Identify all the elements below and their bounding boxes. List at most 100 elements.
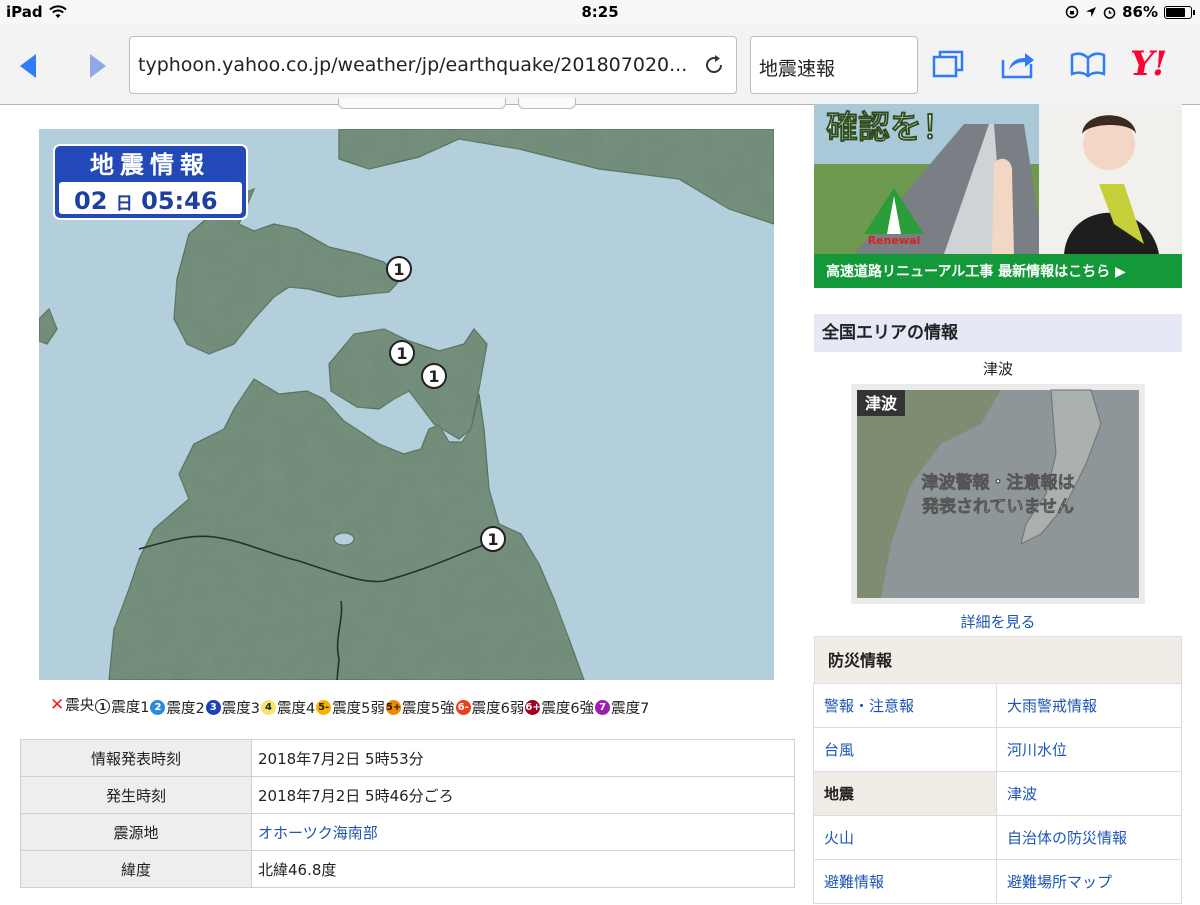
- disaster-link[interactable]: 河川水位: [996, 727, 1182, 772]
- tsunami-detail-link[interactable]: 詳細を見る: [814, 611, 1182, 632]
- legend-item: 6- 震度6弱: [455, 697, 525, 718]
- badge-time: 05:46: [141, 187, 217, 215]
- info-key: 緯度: [20, 850, 252, 888]
- tsunami-tag: 津波: [865, 394, 898, 413]
- disaster-link[interactable]: 地震: [813, 771, 997, 816]
- legend-intensity-icon: 6-: [455, 699, 471, 715]
- legend-label: 震度4: [276, 700, 316, 717]
- info-key: 震源地: [20, 813, 252, 851]
- earthquake-map: 地震情報 02 日 05:46 1 1 1 1: [39, 129, 774, 680]
- badge-day: 02: [74, 187, 107, 215]
- tsunami-map-graphic: 津波 津波警報・注意報は 発表されていません: [857, 389, 1139, 598]
- legend-label: 震央: [65, 698, 95, 714]
- search-field[interactable]: 地震速報: [750, 36, 918, 94]
- tsunami-map[interactable]: 津波 津波警報・注意報は 発表されていません: [851, 384, 1145, 604]
- info-key: 情報発表時刻: [20, 739, 252, 777]
- disaster-link[interactable]: 台風: [813, 727, 997, 772]
- table-row: 情報発表時刻 2018年7月2日 5時53分: [20, 739, 795, 777]
- disaster-info-panel: 防災情報 警報・注意報 大雨警戒情報 台風 河川水位 地震 津波 火山 自治体の防災情報 避難情…: [813, 636, 1182, 904]
- badge-day-unit: 日: [116, 194, 133, 214]
- reload-icon[interactable]: [702, 53, 726, 77]
- bookmarks-icon[interactable]: [1070, 48, 1106, 80]
- page-tab-fragment[interactable]: [338, 98, 506, 109]
- legend-intensity-icon: 5-: [316, 699, 332, 715]
- legend-intensity-icon: 4: [260, 699, 276, 715]
- intensity-marker-label: 1: [428, 367, 439, 386]
- epicenter-link[interactable]: オホーツク海南部: [258, 824, 378, 842]
- ad-footer: 高速道路リニューアル工事 最新情報はこちら ▶: [826, 263, 1126, 280]
- map-graphic: 地震情報 02 日 05:46 1 1 1 1: [39, 129, 774, 680]
- legend-item: 5+ 震度5強: [385, 697, 455, 718]
- info-value: 北緯46.8度: [251, 850, 795, 888]
- legend-intensity-icon: 3: [205, 699, 221, 715]
- ad-banner[interactable]: 確認を！ Renewal 高速道路リニューアル工事 最新情報はこちら ▶: [814, 104, 1182, 288]
- legend-item: 5- 震度5弱: [316, 697, 385, 718]
- battery-percent: 86%: [1122, 3, 1158, 21]
- legend-label: 震度7: [611, 700, 650, 717]
- ad-headline: 確認を！: [826, 108, 954, 146]
- legend-label: 震度6強: [541, 700, 595, 717]
- ad-graphic: 確認を！ Renewal 高速道路リニューアル工事 最新情報はこちら ▶: [814, 104, 1182, 288]
- legend-item: ✕ 震央: [50, 694, 94, 715]
- legend-label: 震度5強: [401, 700, 455, 717]
- legend-item: 3 震度3: [205, 697, 260, 718]
- rotation-lock-icon: [1065, 5, 1079, 19]
- intensity-marker: 1: [386, 256, 412, 282]
- disaster-info-header: 防災情報: [814, 636, 1182, 684]
- intensity-marker: 1: [480, 526, 506, 552]
- yahoo-logo[interactable]: Y!: [1130, 44, 1167, 84]
- table-row: 発生時刻 2018年7月2日 5時46分ごろ: [20, 776, 795, 814]
- legend-intensity-icon: 1: [95, 698, 111, 714]
- page-tab-fragment[interactable]: [518, 98, 576, 109]
- url-text: typhoon.yahoo.co.jp/weather/jp/earthquak…: [138, 54, 688, 76]
- legend-label: 震度3: [221, 700, 260, 717]
- tsunami-title: 津波: [982, 360, 1013, 378]
- battery-icon: [1164, 5, 1195, 19]
- legend-item: 1 震度1: [95, 696, 149, 717]
- table-row: 震源地 オホーツク海南部: [20, 813, 795, 851]
- disaster-link[interactable]: 火山: [813, 815, 997, 860]
- map-badge: 地震情報 02 日 05:46: [53, 144, 248, 220]
- intensity-marker-label: 1: [396, 344, 407, 363]
- intensity-marker-label: 1: [393, 260, 404, 279]
- disaster-link[interactable]: 大雨警戒情報: [996, 683, 1182, 728]
- intensity-marker-label: 1: [487, 530, 498, 549]
- legend-intensity-icon: 7: [595, 699, 611, 715]
- legend-item: 4 震度4: [260, 697, 316, 718]
- share-icon[interactable]: [1000, 48, 1036, 80]
- disaster-link[interactable]: 警報・注意報: [813, 683, 997, 728]
- address-bar[interactable]: typhoon.yahoo.co.jp/weather/jp/earthquak…: [129, 36, 737, 94]
- legend-label: 震度1: [111, 699, 150, 716]
- disaster-link[interactable]: 津波: [996, 771, 1182, 816]
- legend-label: 震度6弱: [471, 700, 525, 717]
- intensity-legend: ✕ 震央 1 震度1 2 震度2 3 震度3 4 震度4 5- 震度5弱 5+ 震度5強 6- 震度6弱 6+ 震…: [50, 694, 650, 718]
- epicenter-icon: ✕: [50, 694, 65, 715]
- legend-intensity-icon: 6+: [525, 699, 541, 715]
- info-value: 2018年7月2日 5時53分: [251, 739, 795, 777]
- back-button[interactable]: [14, 51, 44, 81]
- tsunami-message-2: 発表されていません: [921, 496, 1074, 517]
- legend-item: 6+ 震度6強: [525, 697, 594, 718]
- search-text: 地震速報: [759, 58, 836, 80]
- disaster-link[interactable]: 避難情報: [813, 859, 997, 904]
- intensity-marker: 1: [421, 363, 447, 389]
- status-bar: iPad 8:25 86%: [0, 0, 1200, 24]
- tabs-icon[interactable]: [930, 48, 966, 80]
- legend-item: 2 震度2: [150, 697, 205, 718]
- browser-toolbar: typhoon.yahoo.co.jp/weather/jp/earthquak…: [0, 24, 1200, 105]
- forward-button[interactable]: [82, 51, 112, 81]
- disaster-link[interactable]: 避難場所マップ: [996, 859, 1182, 904]
- location-icon: [1086, 7, 1097, 17]
- alarm-icon: [1103, 6, 1116, 19]
- disaster-info-grid: 警報・注意報 大雨警戒情報 台風 河川水位 地震 津波 火山 自治体の防災情報 避難情報 避難場所…: [813, 683, 1182, 904]
- legend-intensity-icon: 5+: [385, 699, 402, 715]
- info-value: オホーツク海南部: [251, 813, 795, 851]
- legend-item: 7 震度7: [595, 697, 649, 718]
- legend-label: 震度5弱: [332, 700, 385, 717]
- tsunami-message-1: 津波警報・注意報は: [922, 472, 1075, 493]
- quake-info-table: 情報発表時刻 2018年7月2日 5時53分 発生時刻 2018年7月2日 5時46分…: [20, 739, 795, 888]
- disaster-link[interactable]: 自治体の防災情報: [996, 815, 1182, 860]
- legend-intensity-icon: 2: [150, 699, 166, 715]
- area-info-header: 全国エリアの情報: [814, 314, 1182, 352]
- info-key: 発生時刻: [20, 776, 252, 814]
